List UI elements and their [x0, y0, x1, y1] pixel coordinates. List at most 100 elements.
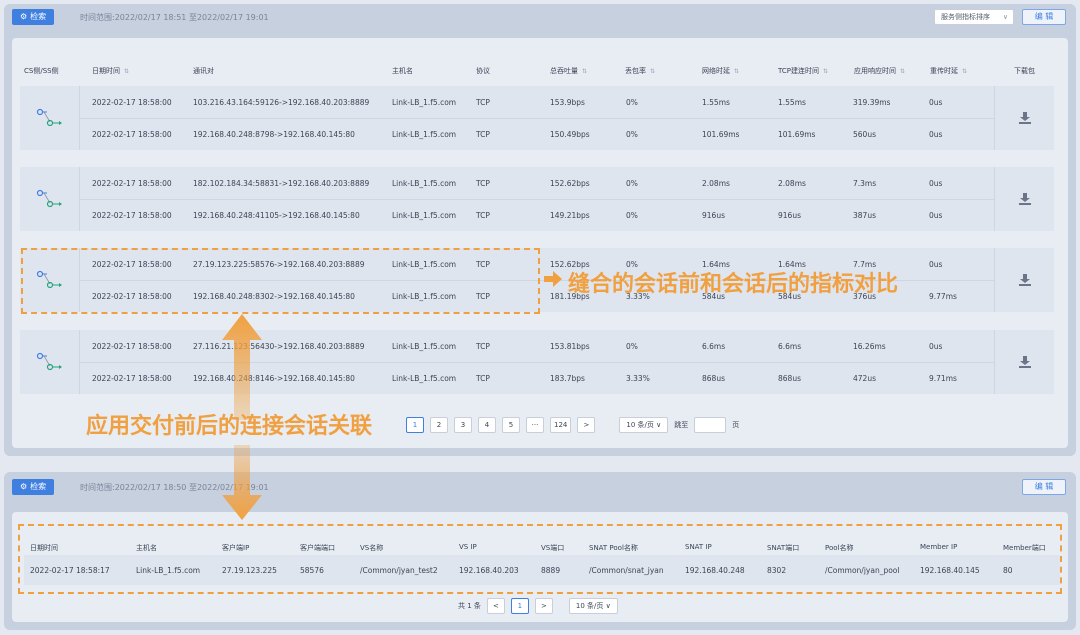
col-datetime[interactable]: 日期时间 ⇅	[92, 66, 129, 76]
col-download: 下载包	[1014, 67, 1035, 75]
cell-protocol: TCP	[476, 211, 490, 220]
col-throughput[interactable]: 总吞吐量 ⇅	[550, 66, 587, 76]
cell-host: Link-LB_1.f5.com	[392, 179, 457, 188]
cell-throughput: 149.21bps	[550, 211, 590, 220]
compare-highlight-box	[21, 248, 540, 314]
col-label: 总吞吐量	[550, 67, 578, 75]
toolbar: ⚙ 检索 时间范围:2022/02/17 18:51 至2022/02/17 1…	[4, 4, 1076, 30]
cell-retrans: 9.77ms	[929, 292, 957, 301]
next-page-button[interactable]: >	[534, 598, 553, 614]
link-icon	[36, 352, 62, 371]
search-button[interactable]: ⚙ 检索	[12, 479, 55, 495]
cell-host: Link-LB_1.f5.com	[392, 374, 457, 383]
cell-tcp-connect: 6.6ms	[778, 342, 802, 351]
cell-host: Link-LB_1.f5.com	[392, 342, 457, 351]
cell-loss: 3.33%	[626, 374, 650, 383]
cell-retrans: 0us	[929, 211, 943, 220]
double-arrow-icon	[222, 314, 262, 420]
cell-retrans: 0us	[929, 179, 943, 188]
row-divider	[80, 199, 994, 200]
download-button[interactable]	[994, 167, 1054, 231]
cell-protocol: TCP	[476, 130, 490, 139]
cell-host: Link-LB_1.f5.com	[392, 130, 457, 139]
cell-datetime: 2022-02-17 18:58:00	[92, 211, 172, 220]
cell-net-latency: 6.6ms	[702, 342, 726, 351]
col-label: 日期时间	[92, 67, 120, 75]
download-icon	[1018, 193, 1031, 205]
mapping-highlight-box	[18, 524, 1062, 594]
cell-app-response: 387us	[853, 211, 876, 220]
cell-throughput: 150.49bps	[550, 130, 590, 139]
download-icon	[1018, 356, 1031, 368]
col-label: 网络时延	[702, 67, 730, 75]
cell-app-response: 319.39ms	[853, 98, 891, 107]
page-size-select[interactable]: 10 条/页 ∨	[619, 417, 669, 433]
cs-ss-cell	[20, 86, 80, 150]
edit-button[interactable]: 编 辑	[1022, 479, 1066, 495]
table-header: CS侧/SS侧 日期时间 ⇅ 通讯对 主机名 协议 总吞吐量 ⇅ 丢包率 ⇅ 网络时延…	[20, 60, 1060, 82]
col-label: 应用响应时间	[854, 67, 896, 75]
col-app-response[interactable]: 应用响应时间 ⇅	[854, 66, 905, 76]
page-5[interactable]: 5	[502, 417, 520, 433]
edit-button[interactable]: 编 辑	[1022, 9, 1066, 25]
col-label: 重传时延	[930, 67, 958, 75]
cell-datetime: 2022-02-17 18:58:00	[92, 98, 172, 107]
link-icon	[36, 108, 62, 127]
page-124[interactable]: 124	[550, 417, 572, 433]
double-arrow-icon	[222, 445, 262, 520]
cell-datetime: 2022-02-17 18:58:00	[92, 179, 172, 188]
cell-loss: 0%	[626, 98, 638, 107]
cell-net-latency: 916us	[702, 211, 725, 220]
cell-tcp-connect: 101.69ms	[778, 130, 816, 139]
gear-icon: ⚙	[20, 482, 28, 491]
cell-loss: 0%	[626, 342, 638, 351]
download-button[interactable]	[994, 248, 1054, 312]
col-label: TCP建连时间	[778, 67, 819, 75]
cell-loss: 0%	[626, 130, 638, 139]
page-1[interactable]: 1	[510, 598, 529, 614]
page-size-select[interactable]: 10 条/页 ∨	[568, 598, 618, 614]
page-ellipsis[interactable]: ···	[526, 417, 544, 433]
sort-icon: ⇅	[582, 68, 588, 75]
col-retrans[interactable]: 重传时延 ⇅	[930, 66, 967, 76]
cell-net-latency: 2.08ms	[702, 179, 730, 188]
download-button[interactable]	[994, 330, 1054, 394]
cell-net-latency: 101.69ms	[702, 130, 740, 139]
col-tcp-connect[interactable]: TCP建连时间 ⇅	[778, 66, 828, 76]
page-2[interactable]: 2	[430, 417, 448, 433]
cell-peer: 27.116.21.123:56430->192.168.40.203:8889	[193, 342, 365, 351]
cell-peer: 192.168.40.248:8798->192.168.40.145:80	[193, 130, 355, 139]
col-net-latency[interactable]: 网络时延 ⇅	[702, 66, 739, 76]
session-group: 2022-02-17 18:58:00 182.102.184.34:58831-…	[20, 167, 1054, 231]
sort-icon: ⇅	[822, 68, 829, 75]
download-icon	[1018, 112, 1031, 124]
cell-peer: 192.168.40.248:8146->192.168.40.145:80	[193, 374, 355, 383]
cell-tcp-connect: 916us	[778, 211, 801, 220]
sort-select-value: 服务侧指标排序	[941, 13, 990, 21]
cell-tcp-connect: 868us	[778, 374, 801, 383]
chevron-down-icon: ∨	[1002, 13, 1008, 21]
pagination: 1 2 3 4 5 ··· 124 > 10 条/页 ∨ 跳至 页	[406, 417, 739, 433]
cell-tcp-connect: 1.55ms	[778, 98, 806, 107]
search-button[interactable]: ⚙ 检索	[12, 9, 55, 25]
col-protocol: 协议	[476, 67, 490, 75]
search-button-label: 检索	[30, 12, 47, 21]
cell-datetime: 2022-02-17 18:58:00	[92, 342, 172, 351]
cell-app-response: 7.3ms	[853, 179, 877, 188]
page-4[interactable]: 4	[478, 417, 496, 433]
sort-icon: ⇅	[962, 68, 968, 75]
cell-peer: 103.216.43.164:59126->192.168.40.203:888…	[193, 98, 370, 107]
sort-select[interactable]: 服务侧指标排序 ∨	[934, 9, 1014, 25]
page-3[interactable]: 3	[454, 417, 472, 433]
snat-pagination: 共 1 条 < 1 > 10 条/页 ∨	[458, 598, 618, 614]
jump-input[interactable]	[694, 417, 727, 433]
prev-page-button[interactable]: <	[486, 598, 505, 614]
cell-retrans: 0us	[929, 130, 943, 139]
col-cs-ss: CS侧/SS侧	[24, 67, 59, 75]
next-page-button[interactable]: >	[577, 417, 596, 433]
col-loss[interactable]: 丢包率 ⇅	[625, 66, 655, 76]
download-button[interactable]	[994, 86, 1054, 150]
compare-annotation: 缝合的会话前和会话后的指标对比	[568, 272, 899, 297]
page-1[interactable]: 1	[406, 417, 424, 433]
cell-protocol: TCP	[476, 98, 490, 107]
